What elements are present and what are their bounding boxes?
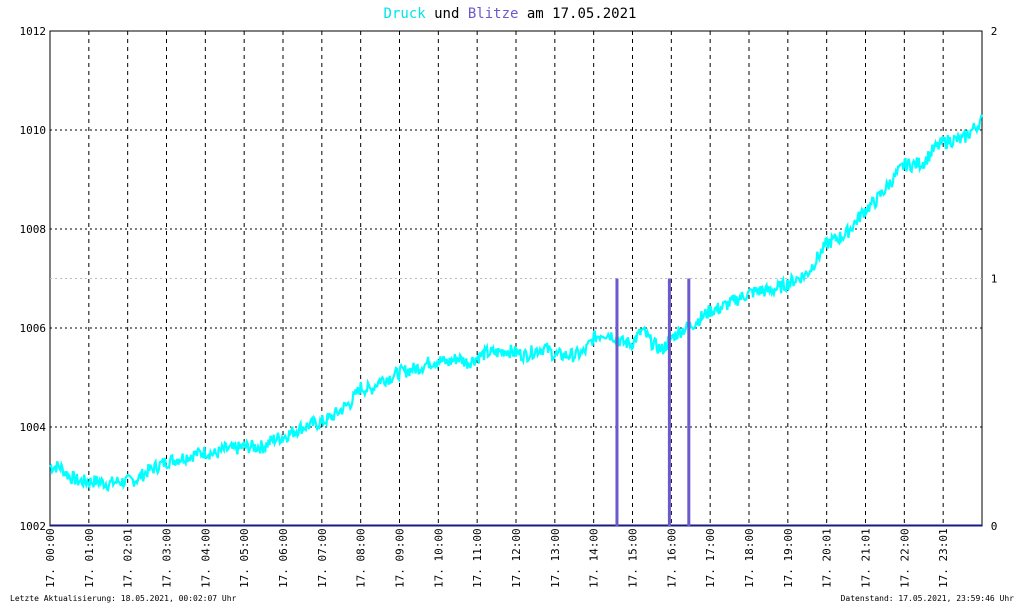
y-left-tick-1008: 1008 [20, 223, 47, 236]
y-left-tick-1002: 1002 [20, 520, 47, 533]
y-left-tick-1004: 1004 [20, 421, 47, 434]
title-part-0: Druck [384, 6, 427, 22]
x-tick-12: 17. 12:00 [510, 528, 523, 588]
y-right-tick-1: 1 [991, 273, 998, 286]
blitze-bar-0 [615, 278, 619, 526]
x-tick-7: 17. 07:00 [316, 528, 329, 588]
y-right-tick-2: 2 [991, 25, 998, 38]
chart-canvas: Druck und Blitze am 17.05.2021 100210041… [10, 6, 1015, 603]
blitze-bar-1 [667, 278, 671, 526]
y-axis-right-labels: 0 1 2 [991, 25, 998, 533]
y-left-tick-1012: 1012 [20, 25, 47, 38]
x-tick-1: 17. 01:00 [83, 528, 96, 588]
x-tick-22: 17. 22:00 [898, 528, 911, 588]
y-axis-left-labels: 1002 1004 1006 1008 1010 1012 [20, 25, 47, 533]
x-tick-18: 17. 18:00 [743, 528, 756, 588]
x-tick-20: 17. 20:01 [821, 528, 834, 588]
x-tick-9: 17. 09:00 [394, 528, 407, 588]
x-tick-8: 17. 08:00 [355, 528, 368, 588]
x-tick-2: 17. 02:01 [122, 528, 135, 588]
x-tick-16: 17. 16:00 [665, 528, 678, 588]
x-tick-15: 17. 15:00 [627, 528, 640, 588]
x-tick-13: 17. 13:00 [549, 528, 562, 588]
x-tick-11: 17. 11:00 [471, 528, 484, 588]
y-right-tick-0: 0 [991, 520, 998, 533]
footer-data-status: Datenstand: 17.05.2021, 23:59:46 Uhr [841, 594, 1015, 603]
x-tick-4: 17. 04:00 [199, 528, 212, 588]
y-left-tick-1010: 1010 [20, 124, 47, 137]
x-tick-14: 17. 14:00 [588, 528, 601, 588]
x-tick-5: 17. 05:00 [238, 528, 251, 588]
blitze-bar-2 [687, 278, 691, 526]
x-tick-3: 17. 03:00 [161, 528, 174, 588]
pressure-lightning-chart: Druck und Blitze am 17.05.2021 1002 1004 1… [0, 0, 1020, 606]
x-tick-17: 17. 17:00 [704, 528, 717, 588]
x-tick-19: 17. 19:00 [782, 528, 795, 588]
grid-layer [49, 30, 983, 527]
title-part-3: am 17.05.2021 [518, 6, 636, 22]
footer-last-update: Letzte Aktualisierung: 18.05.2021, 00:02… [10, 594, 237, 603]
x-tick-10: 17. 10:00 [432, 528, 445, 588]
title-part-1: und [426, 6, 468, 22]
x-axis-labels: 17. 00:00 17. 01:00 17. 02:01 17. 03:00 17. … [44, 528, 950, 588]
x-tick-0: 17. 00:00 [44, 528, 57, 588]
title-part-2: Blitze [468, 6, 519, 22]
x-tick-21: 17. 21:01 [860, 528, 873, 588]
x-tick-23: 17. 23:01 [937, 528, 950, 588]
chart-title: Druck und Blitze am 17.05.2021 [384, 6, 637, 22]
x-tick-6: 17. 06:00 [277, 528, 290, 588]
y-left-tick-1006: 1006 [20, 322, 47, 335]
